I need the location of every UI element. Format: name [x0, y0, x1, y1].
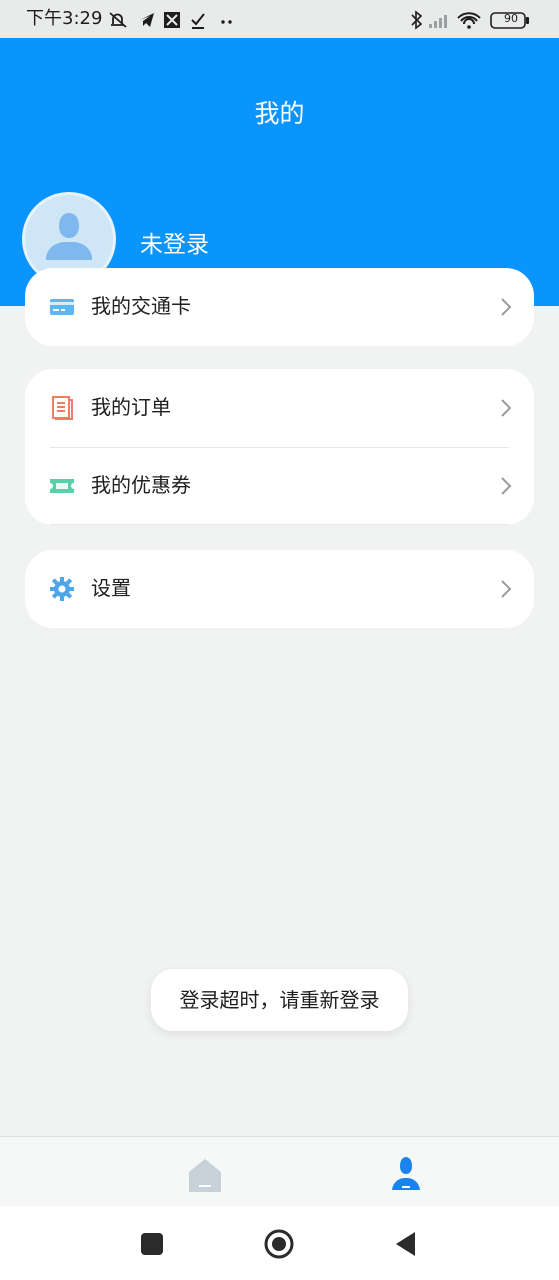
mute-bell-icon [109, 12, 127, 28]
menu-item-transit-card[interactable]: 我的交通卡 [25, 268, 534, 346]
gear-icon [50, 577, 74, 601]
menu-item-settings[interactable]: 设置 [25, 550, 534, 628]
menu-item-orders[interactable]: 我的订单 [25, 369, 534, 447]
status-bar: 下午3:29 90 [0, 0, 559, 38]
signal-icon [429, 15, 447, 28]
profile-tab-icon[interactable] [386, 1155, 426, 1195]
divider [50, 524, 509, 525]
menu-label-settings: 设置 [91, 576, 131, 600]
transit-card-section: 我的交通卡 [25, 268, 534, 346]
page-title: 我的 [254, 99, 305, 128]
order-document-icon [52, 396, 73, 420]
menu-item-coupons[interactable]: 我的优惠券 [25, 447, 534, 525]
settings-section: 设置 [25, 550, 534, 628]
home-button-icon[interactable] [263, 1228, 295, 1260]
menu-label-transit-card: 我的交通卡 [91, 294, 191, 318]
app-badge-icon [164, 12, 180, 28]
bluetooth-icon [411, 10, 423, 30]
home-tab-icon[interactable] [185, 1155, 225, 1195]
back-button-icon[interactable] [391, 1228, 423, 1260]
chevron-right-icon [501, 399, 512, 417]
menu-label-coupons: 我的优惠券 [91, 473, 191, 497]
profile-header: 我的 未登录 [0, 38, 559, 306]
bottom-tab-bar [0, 1136, 559, 1206]
recent-apps-icon[interactable] [136, 1228, 168, 1260]
chevron-right-icon [501, 477, 512, 495]
user-avatar-icon [46, 213, 92, 260]
status-notification-icons [109, 12, 232, 29]
battery-level: 90 [504, 12, 518, 25]
chevron-right-icon [501, 298, 512, 316]
bank-card-icon [50, 299, 74, 315]
check-icon [191, 13, 205, 29]
menu-label-orders: 我的订单 [91, 395, 171, 419]
coupon-ticket-icon [50, 479, 74, 493]
toast-message: 登录超时，请重新登录 [151, 969, 408, 1031]
status-time: 下午3:29 [26, 8, 103, 29]
wifi-icon [457, 12, 481, 25]
orders-section: 我的订单 我的优惠券 [25, 369, 534, 525]
system-navigation-bar [0, 1206, 559, 1280]
chevron-right-icon [501, 580, 512, 598]
login-status[interactable]: 未登录 [140, 228, 209, 262]
telegram-icon [140, 13, 154, 27]
